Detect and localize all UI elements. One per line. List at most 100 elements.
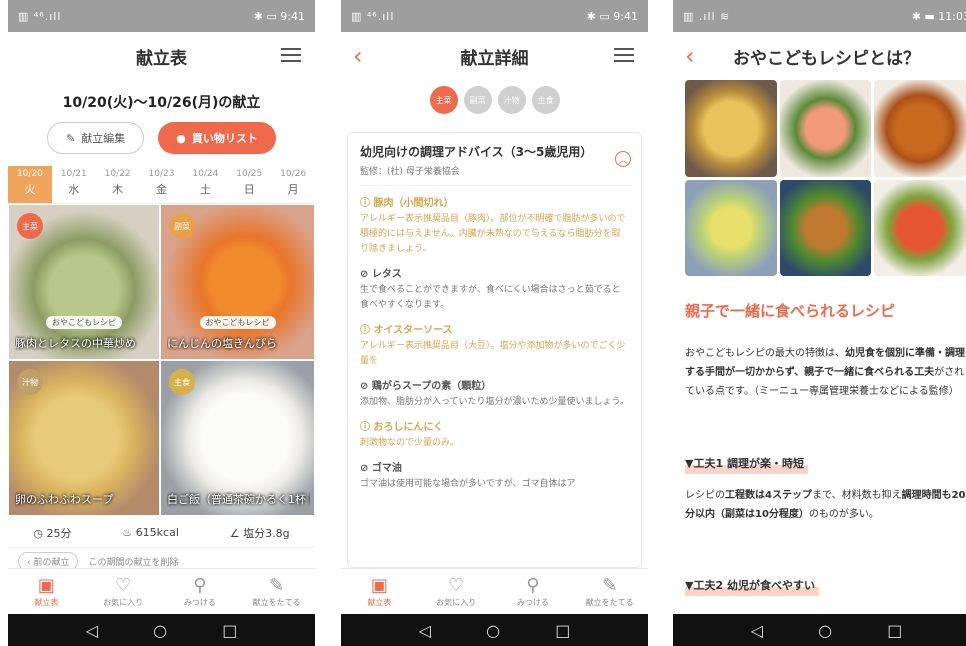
- advice-item: ⓘ オイスターソース アレルギー表示推奨品目（大豆）。塩分や添加物が多いのでごく少…: [360, 321, 629, 369]
- day-tabs: 10/20 火 10/21 水 10/22 木 10/23 金 10/24 土 10/25…: [8, 166, 315, 204]
- day-weekday: 土: [199, 183, 211, 196]
- oyakodomo-badge: おやこどもレシピ: [46, 316, 122, 329]
- nav-label: 献立表: [34, 598, 59, 607]
- advice-item-body: アレルギー表示推奨品目（豚肉）。部位が不明確で脂肪が多いので積極的には与えません…: [360, 214, 626, 254]
- home-circle-icon[interactable]: ○: [486, 621, 500, 640]
- category-tag: 汁物: [17, 369, 43, 395]
- nav-label: 献立をたてる: [252, 598, 301, 607]
- category-tag: 主菜: [17, 213, 43, 239]
- search-icon: ⚲: [526, 575, 540, 596]
- day-tab-1024[interactable]: 10/24 土: [183, 166, 227, 203]
- app-header: ‹ 献立詳細: [341, 32, 648, 80]
- dish-tile-main[interactable]: 主菜 おやこどもレシピ 豚肉とレタスの中華炒め: [8, 204, 160, 360]
- plan-icon: ✎: [269, 575, 285, 596]
- day-date: 10/22: [104, 169, 131, 179]
- advice-item-head: ⓘ オイスターソース: [360, 325, 453, 336]
- date-range: 10/20(火)〜10/26(月)の献立: [62, 95, 261, 111]
- dish-tile-soup[interactable]: 汁物 卵のふわふわスープ: [8, 360, 160, 516]
- day-tab-1026[interactable]: 10/26 月: [271, 166, 315, 203]
- search-icon: ⚲: [193, 575, 207, 596]
- back-triangle-icon[interactable]: ◁: [419, 621, 431, 640]
- back-arrow-icon[interactable]: ‹: [353, 42, 363, 70]
- day-weekday: 木: [112, 183, 124, 196]
- feature1-bold: 工程数は4ステップ: [725, 490, 812, 501]
- tab-main-dish[interactable]: 主菜: [429, 86, 458, 114]
- day-tab-1021[interactable]: 10/21 水: [52, 166, 96, 203]
- home-circle-icon[interactable]: ○: [153, 621, 167, 640]
- nav-favorites[interactable]: ♡ お気に入り: [418, 569, 495, 614]
- day-tab-1025[interactable]: 10/25 日: [227, 166, 271, 203]
- nav-label: 献立をたてる: [585, 598, 634, 607]
- collapse-chevron-icon[interactable]: ︿: [615, 151, 631, 167]
- menu-stats: ◷ 25分 ♨ 615kcal ∠ 塩分3.8g: [8, 518, 315, 548]
- menu-detail-screen: ▥ ⁴⁶.ıll ✱ ▭ 9:41 ‹ 献立詳細 主菜 副菜 汁物 主食 幼児向…: [341, 0, 648, 646]
- day-tab-1023[interactable]: 10/23 金: [140, 166, 184, 203]
- hamburger-menu-icon[interactable]: [614, 48, 634, 62]
- prev-menu-label: 前の献立: [33, 558, 70, 568]
- nav-find[interactable]: ⚲ みつける: [162, 569, 239, 614]
- advice-item-head: ⊘ レタス: [360, 269, 402, 280]
- nav-plan[interactable]: ✎ 献立をたてる: [238, 569, 315, 614]
- back-arrow-icon[interactable]: ‹: [685, 42, 695, 70]
- cook-time-value: 25分: [46, 526, 72, 540]
- nav-menu-table[interactable]: ▣ 献立表: [8, 569, 85, 614]
- nav-menu-table[interactable]: ▣ 献立表: [341, 569, 418, 614]
- advice-item: ⓘ 豚肉（小間切れ） アレルギー表示推奨品目（豚肉）。部位が不明確で脂肪が多いので…: [360, 194, 629, 257]
- tab-staple[interactable]: 主食: [531, 86, 560, 114]
- status-right: ✱ ▬ 11:03: [911, 9, 966, 23]
- page-title: おやこどもレシピとは？: [733, 48, 920, 69]
- nav-find[interactable]: ⚲ みつける: [495, 569, 572, 614]
- recents-square-icon[interactable]: □: [222, 621, 237, 640]
- day-date: 10/26: [280, 169, 307, 179]
- tab-side-dish[interactable]: 副菜: [463, 86, 492, 114]
- day-tab-1020[interactable]: 10/20 火: [8, 166, 52, 203]
- back-triangle-icon[interactable]: ◁: [751, 621, 763, 640]
- section-heading: 親子で一緒に食べられるレシピ: [685, 302, 896, 320]
- shopping-list-button[interactable]: ● 買い物リスト: [158, 122, 276, 154]
- recipe-photo-grid: [685, 80, 966, 276]
- delete-period-link[interactable]: この期間の献立を削除: [88, 555, 178, 568]
- dish-tile-side[interactable]: 副菜 おやこどもレシピ にんじんの塩きんぴら: [160, 204, 315, 360]
- signal-indicator: ▥ ⁴⁶.ıll: [351, 9, 395, 23]
- feature2-heading: ▼工夫2 幼児が食べやすい: [685, 576, 819, 596]
- nav-favorites[interactable]: ♡ お気に入り: [85, 569, 162, 614]
- edit-menu-label: 献立編集: [81, 132, 126, 145]
- hamburger-menu-icon[interactable]: [281, 48, 301, 62]
- advice-item-head: ⓘ おろしにんにく: [360, 422, 444, 433]
- category-tabs: 主菜 副菜 汁物 主食: [341, 86, 648, 114]
- feature1-text: まで、材料数も抑え: [811, 490, 902, 501]
- calories-value: 615kcal: [135, 526, 179, 539]
- app-header: 献立表: [8, 32, 315, 80]
- back-triangle-icon[interactable]: ◁: [86, 621, 98, 640]
- status-bar: ▥ ⁴⁶.ıll ✱ ▭ 9:41: [341, 0, 648, 32]
- advice-supervisor: 監修：(社) 母子栄養協会: [360, 164, 629, 186]
- day-weekday: 水: [68, 183, 80, 196]
- calendar-icon: ▣: [37, 575, 55, 596]
- advice-item-body: ゴマ油は使用可能な場合が多いですが、ゴマ自体はア: [360, 479, 576, 489]
- bottom-nav: ▣ 献立表 ♡ お気に入り ⚲ みつける ✎ 献立をたてる: [341, 568, 648, 614]
- signal-indicator: ▥ ⁴⁶.ıll: [18, 9, 62, 23]
- recents-square-icon[interactable]: □: [887, 621, 902, 640]
- flame-icon: ♨: [122, 526, 136, 539]
- signal-indicator: ▥ .ıll ≋: [683, 9, 731, 23]
- nav-plan[interactable]: ✎ 献立をたてる: [571, 569, 648, 614]
- status-right: ✱ ▭ 9:41: [586, 9, 638, 23]
- system-nav-bar: ◁ ○ □: [8, 614, 315, 646]
- day-date: 10/24: [192, 169, 219, 179]
- meatball-photo: [874, 80, 966, 177]
- advice-item-head: ⓘ 豚肉（小間切れ）: [360, 198, 454, 209]
- pencil-icon: ✎: [66, 131, 76, 145]
- feature1-paragraph: レシピの工程数は4ステップまで、材料数も抑え調理時間も20分以内（副菜は10分程…: [685, 486, 966, 524]
- edit-menu-button[interactable]: ✎ 献立編集: [47, 122, 145, 154]
- cook-time: ◷ 25分: [33, 525, 71, 541]
- day-tab-1022[interactable]: 10/22 木: [96, 166, 140, 203]
- recents-square-icon[interactable]: □: [555, 621, 570, 640]
- dish-name: 白ご飯（普通茶碗かるく1杯 約150g): [167, 493, 310, 506]
- nav-label: お気に入り: [436, 598, 477, 607]
- dish-tile-rice[interactable]: 主食 白ご飯（普通茶碗かるく1杯 約150g): [160, 360, 315, 516]
- oyakodomo-badge: おやこどもレシピ: [199, 316, 276, 329]
- tab-soup[interactable]: 汁物: [497, 86, 526, 114]
- shopping-list-label: 買い物リスト: [191, 132, 258, 145]
- feature1-text: のものが多い。: [808, 509, 879, 520]
- home-circle-icon[interactable]: ○: [818, 621, 832, 640]
